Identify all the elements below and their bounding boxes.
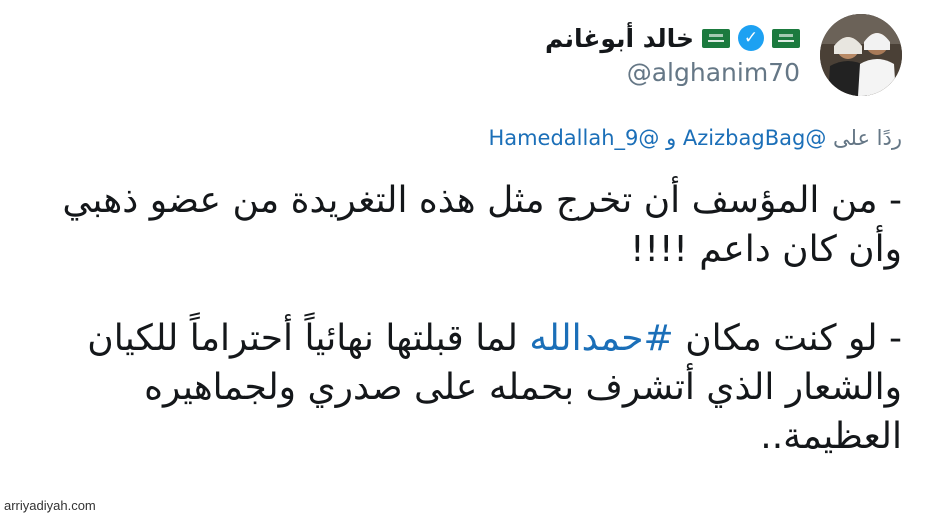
reply-mention-1[interactable]: @AzizbagBag (683, 126, 826, 150)
reply-prefix: ردًا على (833, 126, 902, 150)
author-display-name[interactable]: خالد أبوغانم (545, 24, 694, 53)
tweet-paragraph-1: - من المؤسف أن تخرج مثل هذه التغريدة من … (40, 176, 902, 274)
tweet-paragraph-2: - لو كنت مكان #حمدالله لما قبلتها نهائيا… (40, 314, 902, 461)
saudi-flag-icon (702, 28, 730, 48)
tweet-line: والشعار الذي أتشرف بحمله على صدري ولجماه… (144, 367, 902, 408)
avatar[interactable] (820, 14, 902, 96)
tweet-line: - لو كنت مكان (685, 318, 902, 359)
tweet-line: العظيمة.. (760, 416, 902, 457)
tweet-line: - من المؤسف أن تخرج مثل هذه التغريدة من … (62, 180, 902, 221)
verified-badge-icon: ✓ (738, 25, 764, 51)
tweet-line: لما قبلتها نهائياً أحتراماً للكيان (87, 318, 518, 359)
reply-conjunction: و (666, 126, 677, 150)
replying-to-line: ردًا على @AzizbagBag و @Hamedallah_9 (488, 126, 902, 150)
tweet-text: - من المؤسف أن تخرج مثل هذه التغريدة من … (40, 176, 902, 461)
source-watermark: arriyadiyah.com (4, 498, 96, 513)
reply-mention-2[interactable]: @Hamedallah_9 (488, 126, 659, 150)
hashtag-link[interactable]: #حمدالله (529, 318, 673, 359)
saudi-flag-icon (772, 28, 800, 48)
author-name-row: خالد أبوغانم ✓ (545, 20, 800, 56)
author-handle[interactable]: @alghanim70 (627, 58, 800, 87)
tweet-line: وأن كان داعم !!!! (630, 229, 902, 270)
avatar-photo (820, 14, 902, 96)
